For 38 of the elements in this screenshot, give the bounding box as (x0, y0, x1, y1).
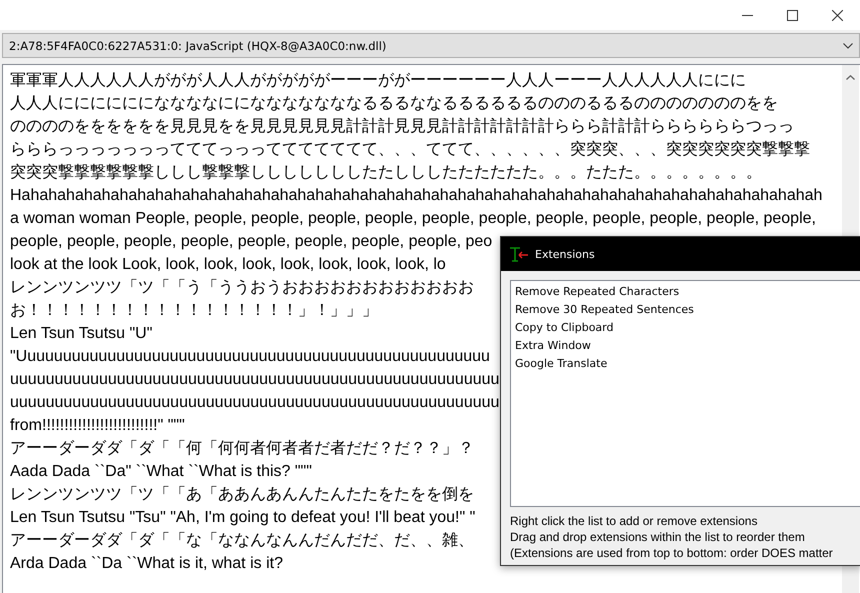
text-line: アーーダーダダ「ダ「「な「ななんなんんだんだだ、だ、、雑、 (10, 531, 474, 551)
scroll-up-icon[interactable] (846, 75, 855, 80)
text-line: お！！！！！！！！！！！！！！！！！」！」」」 (10, 301, 378, 321)
list-item[interactable]: Copy to Clipboard (515, 319, 614, 337)
list-item[interactable]: Remove 30 Repeated Sentences (515, 301, 694, 319)
text-line: "Uuuuuuuuuuuuuuuuuuuuuuuuuuuuuuuuuuuuuuuuuuuuuuuuuuuuu (10, 347, 490, 367)
text-line: uuuuuuuuuuuuuuuuuuuuuuuuuuuuuuuuuuuuuuuuuuuuuuuuuuuuuuu (10, 393, 500, 413)
text-line: ののののをををををを見見見をを見見見見見見計計計見見見計計計計計計計ららら計計計ららららららつっっ (10, 116, 794, 137)
list-item[interactable]: Remove Repeated Characters (515, 283, 680, 301)
instruction-text: Drag and drop extensions within the list to reorder them (510, 529, 805, 545)
text-line: from!!!!!!!!!!!!!!!!!!!!!!!!!!" """ (10, 416, 185, 436)
text-line: Len Tsun Tsutsu "Tsu" "Ah, I'm going to defeat you! I'll beat you!" " (10, 508, 476, 528)
extensions-list[interactable]: Remove Repeated Characters Remove 30 Repeated Sentences Copy to Clipboard Extra Window Google Translate (510, 280, 860, 507)
instruction-text: (Extensions are used from top to bottom: order DOES matter (510, 545, 833, 561)
text-line: Arda Dada ``Da ``What is it, what is it? (10, 554, 283, 574)
text-line: レンンツンツツ「ツ「「う「ううおうおおおおおおおおおおおお (10, 278, 474, 298)
text-line: 突突突撃撃撃撃撃撃ししし撃撃撃しししししししたたしししたたたたたた。。。たたた。。。。。。。。 (10, 162, 762, 183)
text-line: Hahahahahahahahahahahahahahahahahahahahahahahahahahahahahahahahahahahahahahahahahahahahahah (10, 186, 822, 206)
maximize-icon[interactable] (787, 10, 798, 20)
text-line: Aada Dada ``Da" ``What ``What is this? """ (10, 462, 312, 482)
window-title: Extensions (535, 248, 595, 260)
text-line: らららっっっっっっってててっっっててててててて、、、ててて、、、、、、突突突、、、突突突突突突撃撃撃 (10, 140, 810, 160)
text-line: アーーダーダダ「ダ「「何「何何者何者者だ者だだ？だ？？」？ (10, 438, 474, 459)
text-line: 軍軍軍人人人人人人ががが人人人がががががーーーががーーーーーー人人人ーーー人人人人人人ににに (10, 71, 746, 91)
text-line: uuuuuuuuuuuuuuuuuuuuuuuuuuuuuuuuuuuuuuuuuuuuuuuuuuuuuuu (10, 370, 500, 390)
text-line: 人人人ににににににななななにになななななななるるるななるるるるるるのののるるるのののののののをを (10, 94, 778, 114)
list-item[interactable]: Google Translate (515, 355, 608, 373)
text-line: look at the look Look, look, look, look, look, look, look, look, lo (10, 255, 446, 275)
text-line: Len Tsun Tsutsu "U" (10, 324, 152, 344)
text-line: レンンツンツツ「ツ「「あ「ああんあんんたんたたをたをを倒を (10, 485, 474, 505)
text-line: people, people, people, people, people, people, people, people, peo (10, 232, 492, 252)
instruction-text: Right click the list to add or remove extensions (510, 513, 758, 529)
close-icon[interactable] (832, 10, 843, 20)
list-item[interactable]: Extra Window (515, 337, 591, 355)
text-arrow-icon (509, 246, 529, 262)
process-dropdown[interactable]: 2:A78:5F4FA0C0:6227A531:0: JavaScript (HQX-8@A3A0C0:nw.dll) (2, 33, 860, 58)
chevron-down-icon (843, 42, 853, 48)
text-line: a woman woman People, people, people, people, people, people, people, people, people, people, people, people, (10, 209, 816, 229)
